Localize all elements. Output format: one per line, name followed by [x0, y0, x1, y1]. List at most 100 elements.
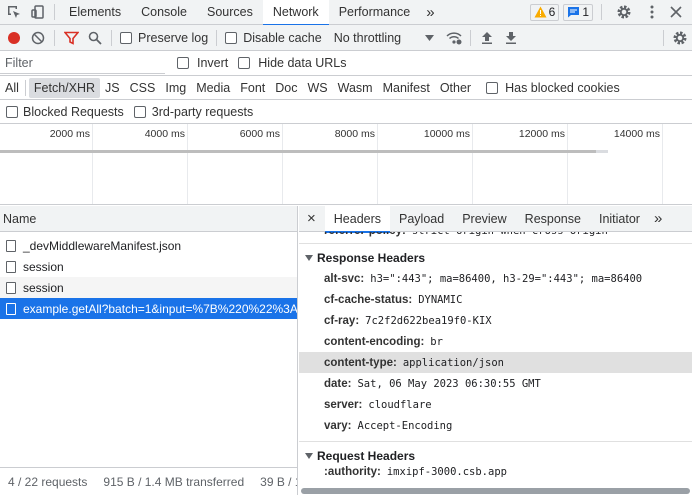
separator: [663, 29, 664, 46]
header-value: Sat, 06 May 2023 06:30:55 GMT: [357, 377, 541, 390]
disable-cache-label: Disable cache: [243, 30, 322, 45]
separator: [601, 4, 602, 20]
request-row-selected[interactable]: example.getAll?batch=1&input=%7B%220%22%…: [0, 298, 297, 319]
details-tab-preview[interactable]: Preview: [453, 206, 515, 232]
tab-console[interactable]: Console: [131, 0, 197, 25]
timeline-tick-label: 6000 ms: [239, 128, 280, 140]
network-status-bar: 4 / 22 requests 915 B / 1.4 MB transferr…: [0, 467, 297, 495]
file-icon: [6, 260, 16, 273]
type-fetch-xhr[interactable]: Fetch/XHR: [28, 77, 101, 98]
request-name: session: [23, 259, 64, 274]
resources-size: 39 B / 1.4 MB resources: [260, 474, 297, 489]
timeline-tick-label: 10000 ms: [423, 128, 470, 140]
header-value: Accept-Encoding: [357, 419, 453, 432]
grid-line: [92, 124, 93, 204]
settings-gear-icon[interactable]: [612, 0, 636, 24]
close-details-icon[interactable]: ×: [299, 206, 325, 232]
request-row[interactable]: session: [0, 256, 297, 277]
import-har-upload-icon[interactable]: [475, 26, 499, 50]
type-other[interactable]: Other: [435, 78, 476, 98]
request-count: 4 / 22 requests: [8, 474, 88, 489]
has-blocked-cookies-checkbox[interactable]: [486, 81, 499, 94]
request-row[interactable]: _devMiddlewareManifest.json: [0, 235, 297, 256]
third-party-requests-checkbox[interactable]: [133, 105, 146, 118]
invert-checkbox[interactable]: [177, 57, 189, 69]
file-icon: [6, 302, 16, 315]
header-row: date: Sat, 06 May 2023 06:30:55 GMT: [299, 373, 692, 394]
preserve-log-label: Preserve log: [138, 30, 209, 45]
request-headers-section[interactable]: Request Headers: [299, 445, 692, 466]
more-options-kebab-icon[interactable]: [640, 0, 664, 24]
name-column-header[interactable]: Name: [0, 206, 297, 232]
timeline-tick-label: 14000 ms: [613, 128, 660, 140]
type-manifest[interactable]: Manifest: [378, 78, 435, 98]
triangle-down-icon: [305, 452, 313, 459]
filter-input[interactable]: [0, 52, 165, 74]
horizontal-scrollbar[interactable]: [301, 488, 690, 494]
timeline-activity-bar: [0, 150, 596, 153]
header-row: alt-svc: h3=":443"; ma=86400, h3-29=":44…: [299, 268, 692, 289]
response-headers-section[interactable]: Response Headers: [299, 247, 692, 268]
filter-funnel-icon[interactable]: [59, 26, 83, 50]
header-row: vary: Accept-Encoding: [299, 415, 692, 436]
hide-data-urls-checkbox[interactable]: [238, 57, 251, 69]
throttling-select[interactable]: No throttling: [334, 31, 435, 45]
more-tabs-button[interactable]: »: [420, 0, 440, 25]
type-css[interactable]: CSS: [125, 78, 161, 98]
details-tab-headers[interactable]: Headers: [324, 206, 391, 233]
chevron-down-icon: [425, 34, 435, 41]
timeline-tick-label: 8000 ms: [334, 128, 375, 140]
clear-icon[interactable]: [26, 26, 50, 50]
third-party-requests-label: 3rd-party requests: [151, 104, 254, 119]
details-tab-initiator[interactable]: Initiator: [590, 206, 649, 232]
header-row: server: cloudflare: [299, 394, 692, 415]
type-all[interactable]: All: [0, 78, 24, 98]
request-row[interactable]: session: [0, 277, 297, 298]
network-settings-gear-icon[interactable]: [668, 26, 692, 50]
device-toolbar-icon[interactable]: [26, 0, 50, 24]
disable-cache-checkbox[interactable]: [225, 31, 238, 44]
type-wasm[interactable]: Wasm: [333, 78, 378, 98]
header-value: application/json: [402, 356, 504, 369]
preserve-log-checkbox[interactable]: [120, 31, 132, 44]
message-icon: [568, 7, 580, 18]
request-list-panel: Name _devMiddlewareManifest.json session…: [0, 206, 298, 495]
warnings-count: 6: [548, 5, 556, 19]
details-tab-payload[interactable]: Payload: [390, 206, 453, 232]
grid-line: [662, 124, 663, 204]
type-ws[interactable]: WS: [302, 78, 332, 98]
tab-sources[interactable]: Sources: [197, 0, 263, 25]
close-devtools-icon[interactable]: [664, 0, 688, 24]
type-media[interactable]: Media: [191, 78, 235, 98]
network-overview-timeline[interactable]: 2000 ms 4000 ms 6000 ms 8000 ms 10000 ms…: [0, 124, 692, 205]
more-details-tabs-button[interactable]: »: [649, 206, 667, 232]
tab-performance[interactable]: Performance: [329, 0, 421, 25]
type-img[interactable]: Img: [160, 78, 191, 98]
tab-elements[interactable]: Elements: [59, 0, 131, 25]
separator: [216, 29, 218, 46]
blocked-requests-label: Blocked Requests: [23, 104, 124, 119]
tab-network[interactable]: Network: [262, 0, 329, 26]
type-js[interactable]: JS: [100, 78, 125, 98]
warning-icon: [534, 6, 547, 18]
header-value: h3=":443"; ma=86400, h3-29=":443"; ma=86…: [370, 272, 643, 285]
header-value: DYNAMIC: [418, 293, 463, 306]
blocked-requests-checkbox[interactable]: [6, 105, 18, 118]
export-har-download-icon[interactable]: [499, 26, 523, 50]
inspect-element-icon[interactable]: [2, 0, 26, 24]
network-conditions-wifi-icon[interactable]: [442, 26, 466, 50]
messages-badge[interactable]: 1: [563, 3, 593, 21]
header-row-highlighted: content-type: application/json: [299, 352, 692, 373]
request-name: _devMiddlewareManifest.json: [23, 238, 182, 253]
record-icon[interactable]: [2, 26, 26, 50]
warnings-badge[interactable]: 6: [529, 3, 560, 21]
request-details-panel: × Headers Payload Preview Response Initi…: [299, 206, 692, 495]
search-icon[interactable]: [83, 26, 107, 50]
type-font[interactable]: Font: [235, 78, 270, 98]
header-key: content-type:: [324, 356, 397, 369]
header-row: :authority: imxipf-3000.csb.app: [299, 466, 692, 482]
header-value: br: [430, 335, 443, 348]
separator: [24, 79, 26, 96]
details-tab-response[interactable]: Response: [516, 206, 590, 232]
type-doc[interactable]: Doc: [270, 78, 302, 98]
